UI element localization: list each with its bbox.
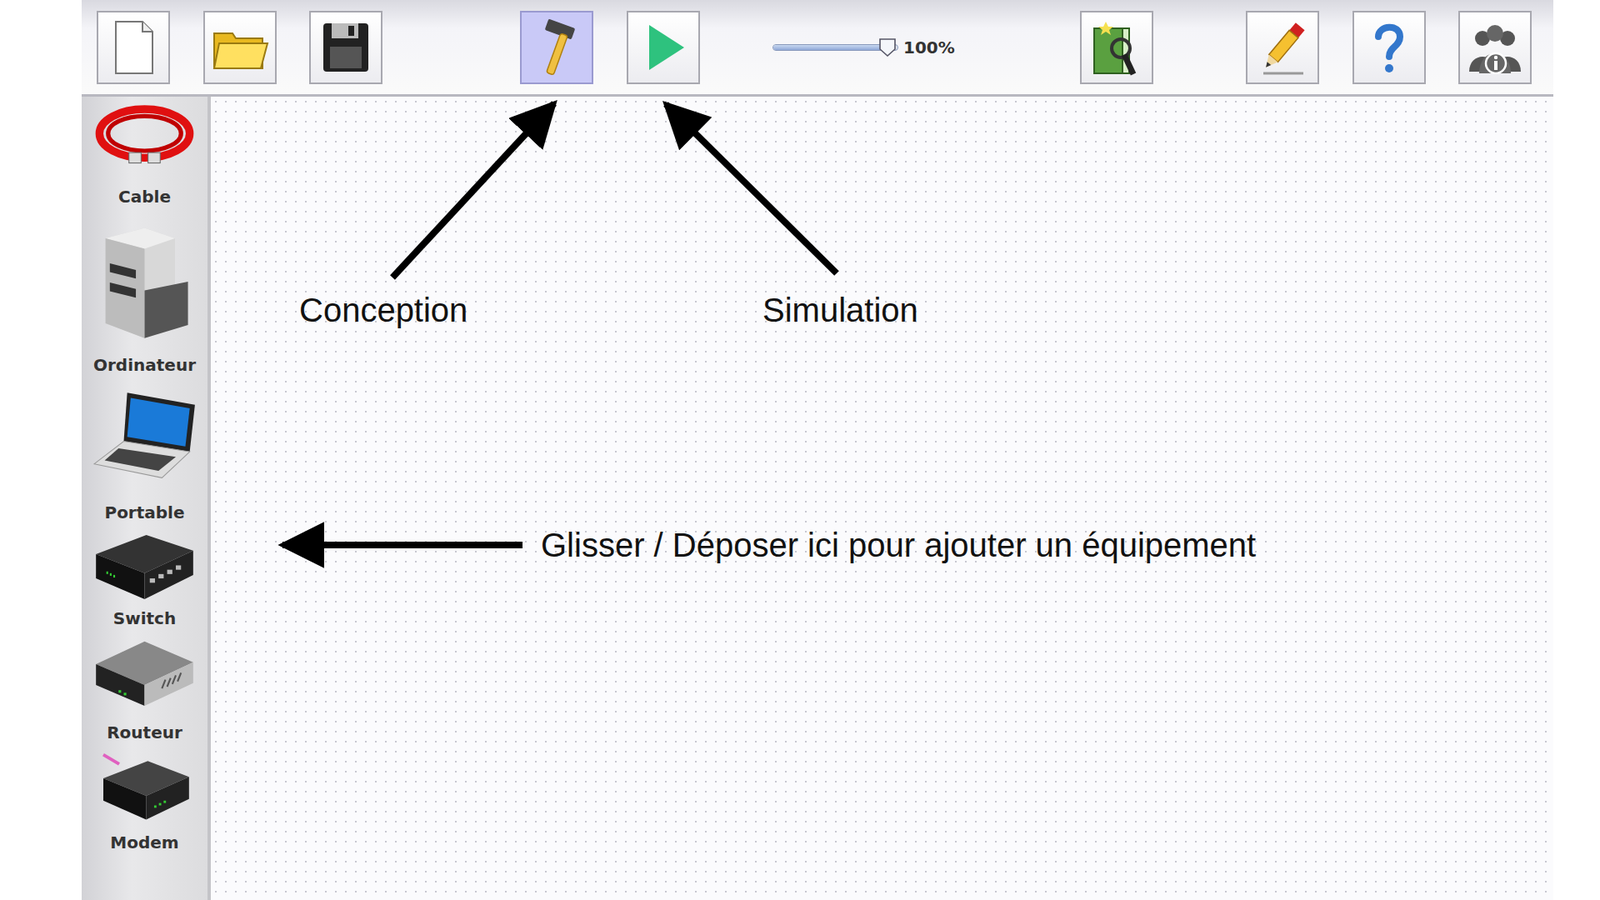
left-margin	[0, 0, 82, 900]
annotation-label: Glisser / Déposer ici pour ajouter un éq…	[540, 525, 1256, 565]
pencil-icon	[1253, 18, 1312, 77]
zoom-slider[interactable]: 100%	[772, 37, 955, 58]
help-button[interactable]	[1352, 10, 1426, 85]
computer-icon	[92, 210, 197, 353]
new-button[interactable]	[96, 10, 170, 85]
palette-label: Routeur	[106, 720, 183, 745]
annotation-label: Conception	[299, 290, 468, 330]
app-window: 100% Cable Ordinateur Portable Switch Routeur…	[81, 0, 1554, 900]
palette-label: Portable	[104, 500, 185, 525]
open-button[interactable]	[203, 10, 277, 85]
info-icon	[1465, 18, 1525, 77]
wizard-button[interactable]	[1080, 10, 1154, 85]
modem-icon	[92, 746, 197, 830]
router-icon	[92, 632, 197, 720]
workspace: Cable Ordinateur Portable Switch Routeur Mode…	[81, 96, 1554, 900]
right-margin	[1553, 0, 1600, 900]
save-button[interactable]	[309, 10, 383, 85]
annotation-label: Simulation	[762, 290, 919, 330]
zoom-reading: 100%	[903, 37, 955, 58]
palette-label: Modem	[110, 830, 179, 855]
palette-label: Switch	[113, 605, 176, 631]
palette-item[interactable]: Cable	[81, 96, 208, 211]
palette-label: Cable	[118, 184, 171, 210]
toolbar: 100%	[81, 0, 1554, 97]
play-icon	[634, 18, 693, 77]
palette-label: Ordinateur	[93, 352, 196, 378]
floppy-icon	[316, 18, 375, 77]
new-file-icon	[104, 18, 163, 77]
palette-item[interactable]: Portable	[81, 379, 208, 527]
design-canvas[interactable]: Conception Simulation Glisser / Déposer ic…	[210, 96, 1554, 900]
palette-item[interactable]: Switch	[81, 526, 208, 633]
wizard-icon	[1087, 18, 1146, 77]
palette-item[interactable]: Ordinateur	[81, 210, 208, 380]
annotation-arrows	[210, 96, 1554, 900]
component-palette: Cable Ordinateur Portable Switch Routeur Mode…	[81, 96, 211, 900]
info-button[interactable]	[1458, 10, 1532, 85]
cable-icon	[92, 96, 197, 185]
slider-track[interactable]	[772, 44, 899, 51]
slider-fill	[773, 45, 888, 50]
simulate-button[interactable]	[626, 10, 700, 85]
hammer-icon	[527, 18, 586, 77]
laptop-icon	[92, 379, 197, 500]
palette-item[interactable]: Routeur	[81, 632, 208, 747]
palette-item[interactable]: Modem	[81, 746, 208, 857]
switch-icon	[92, 526, 197, 606]
folder-icon	[210, 18, 270, 77]
edit-button[interactable]	[1245, 10, 1320, 85]
slider-thumb[interactable]	[878, 37, 897, 58]
help-icon	[1360, 18, 1419, 77]
design-button[interactable]	[520, 10, 594, 85]
